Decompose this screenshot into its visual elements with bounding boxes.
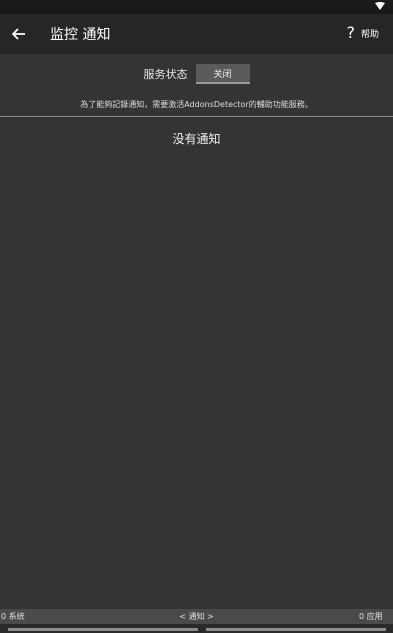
service-status-row: 服务状态 关闭 [0, 62, 393, 86]
tab-notifications[interactable]: < 通知 > [0, 611, 393, 622]
app-bar: 监控 通知 ? 帮助 [0, 14, 393, 54]
accessibility-note: 為了能夠記錄通知，需要激活AddonsDetector的輔助功能服務。 [80, 100, 313, 109]
scroll-indicator-left [8, 628, 198, 631]
help-button[interactable]: ? 帮助 [346, 24, 379, 42]
back-button[interactable] [8, 20, 30, 48]
scroll-indicator-right [206, 628, 386, 631]
service-status-label: 服务状态 [143, 68, 188, 81]
status-bar [0, 0, 393, 14]
tab-apps[interactable]: 0 应用 [359, 611, 393, 622]
page-title: 监控 通知 [50, 27, 111, 43]
wifi-icon [375, 2, 385, 10]
help-label: 帮助 [360, 29, 379, 40]
service-status-toggle[interactable]: 关闭 [195, 64, 250, 84]
question-mark-icon: ? [346, 23, 355, 42]
bottom-nav: 0 系统 < 通知 > 0 应用 [0, 609, 393, 624]
divider [0, 116, 393, 117]
empty-notifications-message: 没有通知 [172, 132, 221, 146]
arrow-left-icon [12, 28, 25, 40]
